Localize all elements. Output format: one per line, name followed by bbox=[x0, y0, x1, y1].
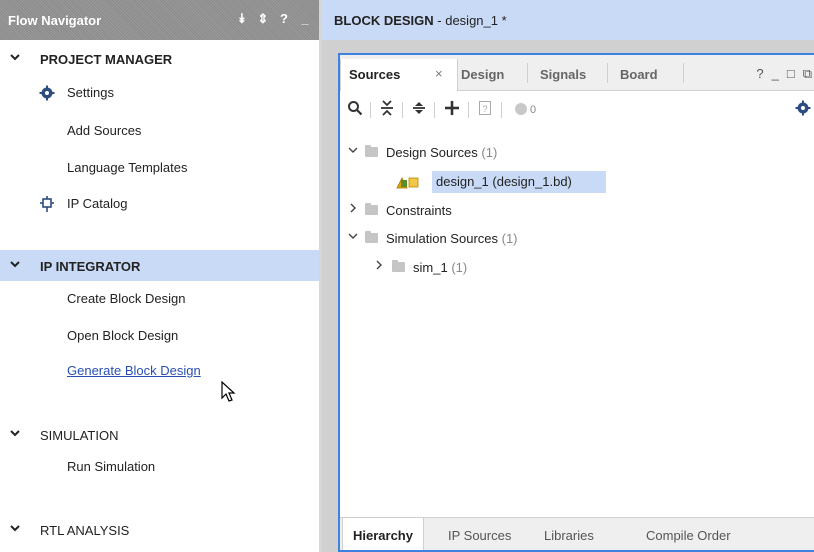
ip-catalog-icon bbox=[39, 196, 55, 212]
tab-sources[interactable]: Sources × bbox=[340, 59, 458, 91]
section-label: IP INTEGRATOR bbox=[40, 259, 141, 274]
chevron-down-icon[interactable] bbox=[348, 231, 360, 244]
tab-ip-sources[interactable]: IP Sources bbox=[448, 518, 511, 550]
chevron-down-icon[interactable] bbox=[9, 522, 23, 537]
flow-navigator-tools: ⯯ ⇕ ? _ bbox=[236, 11, 311, 27]
tab-divider bbox=[683, 63, 684, 83]
sources-bottom-tab-bar: Hierarchy IP Sources Libraries Compile O… bbox=[340, 517, 814, 550]
nav-item-label: IP Catalog bbox=[67, 196, 128, 211]
help-doc-icon[interactable]: ? bbox=[476, 100, 494, 118]
block-design-icon bbox=[394, 174, 428, 190]
nav-item-run-simulation[interactable]: Run Simulation bbox=[0, 452, 319, 480]
window-tools: ? _ □ ⧉ bbox=[756, 66, 812, 82]
chevron-down-icon[interactable] bbox=[348, 145, 360, 158]
collapse-all-icon[interactable] bbox=[378, 100, 396, 118]
tab-divider bbox=[607, 63, 608, 83]
sources-toolbar: ? 0 bbox=[340, 92, 814, 126]
tree-node-label: design_1 (design_1.bd) bbox=[436, 174, 572, 189]
search-icon[interactable] bbox=[346, 100, 364, 118]
add-icon[interactable] bbox=[443, 100, 461, 118]
folder-icon bbox=[365, 203, 378, 215]
nav-item-label: Open Block Design bbox=[67, 328, 179, 343]
help-icon[interactable]: ? bbox=[278, 11, 290, 27]
tab-signals[interactable]: Signals bbox=[540, 59, 586, 91]
float-icon[interactable]: ⧉ bbox=[803, 66, 812, 82]
toolbar-divider bbox=[370, 102, 371, 118]
collapse-all-icon[interactable]: ⯯ bbox=[236, 11, 248, 27]
tree-node-simulation-sources[interactable]: Simulation Sources (1) bbox=[348, 228, 648, 250]
section-project-manager[interactable]: PROJECT MANAGER bbox=[0, 45, 319, 73]
expand-all-icon[interactable] bbox=[410, 100, 428, 118]
nav-item-ip-catalog[interactable]: IP Catalog bbox=[0, 189, 319, 217]
svg-text:?: ? bbox=[482, 104, 487, 114]
tree-node-design-sources[interactable]: Design Sources (1) bbox=[348, 142, 648, 164]
folder-icon bbox=[365, 231, 378, 243]
flow-navigator: Flow Navigator ⯯ ⇕ ? _ PROJECT MANAGER S… bbox=[0, 0, 319, 552]
nav-item-language-templates[interactable]: Language Templates bbox=[0, 153, 319, 181]
sources-window: Sources × Design Signals Board ? _ □ ⧉ ?… bbox=[338, 53, 814, 552]
section-label: PROJECT MANAGER bbox=[40, 52, 173, 67]
folder-icon bbox=[392, 260, 405, 272]
chevron-down-icon[interactable] bbox=[9, 258, 23, 273]
nav-item-link[interactable]: Generate Block Design bbox=[67, 363, 201, 378]
chevron-right-icon[interactable] bbox=[374, 260, 386, 273]
chevron-down-icon[interactable] bbox=[9, 427, 23, 442]
section-label: RTL ANALYSIS bbox=[40, 523, 130, 538]
tree-node-label: Design Sources (1) bbox=[386, 145, 498, 160]
settings-gear-icon[interactable] bbox=[794, 100, 812, 118]
flow-navigator-header: Flow Navigator ⯯ ⇕ ? _ bbox=[0, 0, 319, 40]
toolbar-divider bbox=[501, 102, 502, 118]
nav-item-open-block-design[interactable]: Open Block Design bbox=[0, 321, 319, 349]
mouse-cursor-icon bbox=[221, 380, 237, 403]
help-icon[interactable]: ? bbox=[756, 66, 763, 82]
block-design-header: BLOCK DESIGN - design_1 * bbox=[322, 0, 814, 40]
tree-node-constraints[interactable]: Constraints bbox=[348, 200, 648, 222]
nav-item-settings[interactable]: Settings bbox=[0, 78, 319, 106]
chevron-down-icon[interactable] bbox=[9, 51, 23, 66]
section-label: SIMULATION bbox=[40, 428, 119, 443]
toolbar-divider bbox=[468, 102, 469, 118]
tab-libraries[interactable]: Libraries bbox=[544, 518, 594, 550]
nav-item-label: Create Block Design bbox=[67, 291, 186, 306]
tab-hierarchy[interactable]: Hierarchy bbox=[342, 518, 424, 550]
toolbar-divider bbox=[402, 102, 403, 118]
close-icon[interactable]: × bbox=[435, 66, 443, 81]
nav-item-create-block-design[interactable]: Create Block Design bbox=[0, 284, 319, 312]
minimize-icon[interactable]: _ bbox=[299, 11, 311, 27]
tab-compile-order[interactable]: Compile Order bbox=[646, 518, 731, 550]
sources-tab-bar: Sources × Design Signals Board ? _ □ ⧉ bbox=[340, 55, 814, 91]
nav-item-generate-block-design[interactable]: Generate Block Design bbox=[0, 356, 319, 384]
nav-item-label: Language Templates bbox=[67, 160, 188, 175]
tree-node-sim-1[interactable]: sim_1 (1) bbox=[374, 257, 574, 279]
folder-icon bbox=[365, 145, 378, 157]
section-rtl-analysis[interactable]: RTL ANALYSIS bbox=[0, 516, 319, 544]
error-count: 0 bbox=[529, 104, 537, 116]
block-design-title: BLOCK DESIGN - design_1 * bbox=[334, 13, 507, 28]
nav-item-label: Add Sources bbox=[67, 123, 142, 138]
tab-design[interactable]: Design bbox=[461, 59, 504, 91]
chevron-right-icon[interactable] bbox=[348, 203, 360, 216]
status-dot-icon[interactable]: 0 bbox=[508, 100, 542, 118]
tree-node-label: sim_1 (1) bbox=[413, 260, 468, 275]
toolbar-divider bbox=[434, 102, 435, 118]
tree-node-label: Simulation Sources (1) bbox=[386, 231, 518, 246]
minimize-icon[interactable]: _ bbox=[772, 66, 779, 82]
tree-node-design-1[interactable]: design_1 (design_1.bd) bbox=[396, 171, 606, 193]
maximize-icon[interactable]: □ bbox=[787, 66, 795, 82]
flow-navigator-title: Flow Navigator bbox=[8, 13, 102, 28]
tab-divider bbox=[527, 63, 528, 83]
section-simulation[interactable]: SIMULATION bbox=[0, 421, 319, 449]
gear-icon bbox=[39, 85, 55, 101]
tab-board[interactable]: Board bbox=[620, 59, 658, 91]
section-ip-integrator[interactable]: IP INTEGRATOR bbox=[0, 250, 319, 281]
nav-item-add-sources[interactable]: Add Sources bbox=[0, 116, 319, 144]
nav-item-label: Run Simulation bbox=[67, 459, 156, 474]
expand-all-icon[interactable]: ⇕ bbox=[257, 11, 269, 27]
tree-node-label: Constraints bbox=[386, 203, 452, 218]
nav-item-label: Settings bbox=[67, 85, 114, 100]
